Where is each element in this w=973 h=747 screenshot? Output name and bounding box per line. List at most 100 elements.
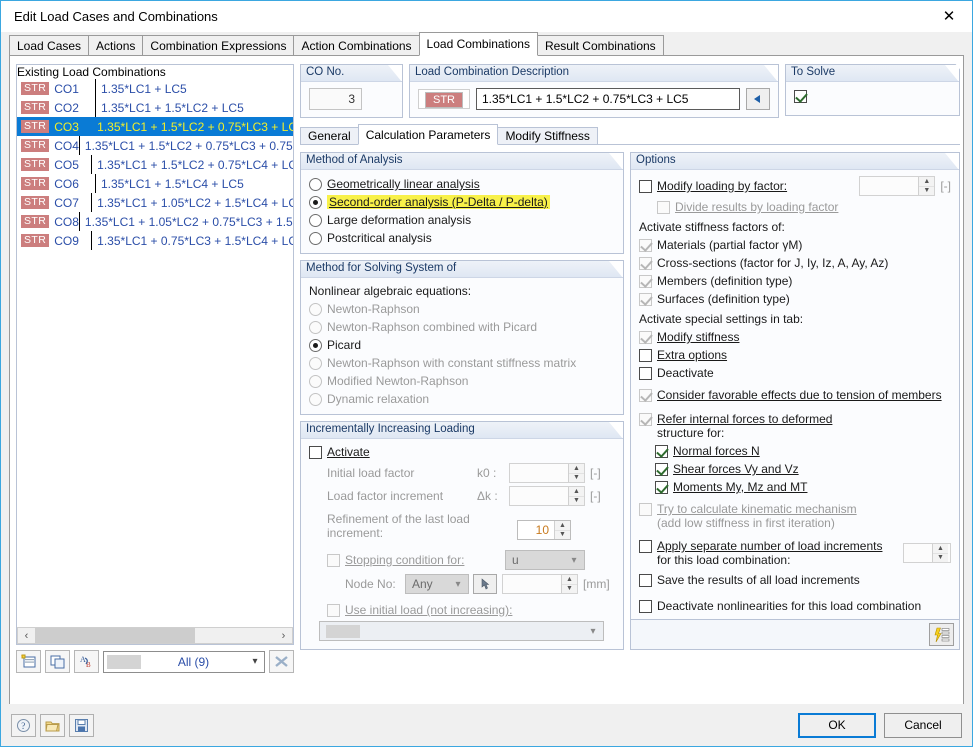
refinement-value[interactable]: 10 — [518, 521, 554, 539]
stiffness-materials-row[interactable]: Materials (partial factor γM) — [639, 238, 951, 252]
initial-load-dropdown[interactable]: ▾ — [319, 621, 604, 641]
filter-dropdown[interactable]: All (9) ▾ — [103, 650, 265, 673]
use-initial-load-checkbox[interactable] — [327, 603, 340, 617]
open-folder-icon[interactable] — [40, 713, 65, 737]
stepper-down-icon[interactable]: ▼ — [933, 554, 948, 563]
co-no-field[interactable]: 3 — [309, 88, 362, 110]
activate-incremental-row[interactable]: Activate — [309, 445, 615, 459]
load-factor-increment-value[interactable] — [510, 487, 568, 505]
initial-load-factor-stepper[interactable]: ▲ ▼ — [509, 463, 585, 483]
option-newton-raphson-constant[interactable]: Newton-Raphson with constant stiffness m… — [309, 356, 615, 370]
radio-newton-raphson[interactable] — [309, 303, 322, 316]
node-value[interactable] — [503, 575, 561, 593]
pick-node-icon[interactable] — [473, 574, 497, 594]
save-icon[interactable] — [69, 713, 94, 737]
apply-increments-value[interactable] — [904, 544, 932, 562]
help-icon[interactable]: ? — [11, 713, 36, 737]
table-row[interactable]: STR CO5 1.35*LC1 + 1.5*LC2 + 0.75*LC4 + L… — [17, 155, 293, 174]
radio-second-order[interactable] — [309, 196, 322, 209]
radio-picard[interactable] — [309, 339, 322, 352]
tab-action-combinations[interactable]: Action Combinations — [293, 35, 420, 56]
radio-geometrically-linear[interactable] — [309, 178, 322, 191]
divide-results-checkbox[interactable] — [657, 200, 670, 214]
option-geometrically-linear[interactable]: Geometrically linear analysis — [309, 177, 615, 191]
table-row[interactable]: STR CO2 1.35*LC1 + 1.5*LC2 + LC5 — [17, 98, 293, 117]
deactivate-nonlinearities-row[interactable]: Deactivate nonlinearities for this load … — [639, 599, 951, 613]
refer-shear-forces-checkbox[interactable] — [655, 463, 668, 476]
stepper-down-icon[interactable]: ▼ — [569, 474, 584, 483]
radio-dynamic-relaxation[interactable] — [309, 393, 322, 406]
kinematic-mechanism-row[interactable]: Try to calculate kinematic mechanism (ad… — [639, 502, 951, 530]
tab-load-cases[interactable]: Load Cases — [9, 35, 90, 56]
stiffness-surfaces-row[interactable]: Surfaces (definition type) — [639, 292, 951, 306]
apply-arrow-icon[interactable] — [746, 88, 770, 110]
tab-result-combinations[interactable]: Result Combinations — [536, 35, 664, 56]
refer-moments-checkbox[interactable] — [655, 481, 668, 494]
chevron-left-icon[interactable]: ‹ — [18, 630, 35, 642]
stiffness-cross-sections-checkbox[interactable] — [639, 257, 652, 270]
option-postcritical[interactable]: Postcritical analysis — [309, 231, 615, 245]
stepper-up-icon[interactable]: ▲ — [569, 464, 584, 474]
radio-newton-raphson-picard[interactable] — [309, 321, 322, 334]
stiffness-materials-checkbox[interactable] — [639, 239, 652, 252]
radio-large-deformation[interactable] — [309, 214, 322, 227]
load-combination-list[interactable]: STR CO1 1.35*LC1 + LC5 STR CO2 1.35*LC1 + … — [17, 79, 293, 627]
node-value-stepper[interactable]: ▲ ▼ — [502, 574, 578, 594]
stepper-up-icon[interactable]: ▲ — [919, 177, 935, 187]
option-large-deformation[interactable]: Large deformation analysis — [309, 213, 615, 227]
refer-moments-row[interactable]: Moments My, Mz and MT — [655, 480, 951, 494]
list-horizontal-scrollbar[interactable]: ‹ › — [17, 627, 293, 644]
stiffness-surfaces-checkbox[interactable] — [639, 293, 652, 306]
table-row[interactable]: STR CO8 1.35*LC1 + 1.05*LC2 + 0.75*LC3 + … — [17, 212, 293, 231]
scrollbar-thumb[interactable] — [35, 628, 195, 643]
modify-loading-value[interactable] — [860, 177, 918, 195]
apply-increments-row[interactable]: Apply separate number of load increments… — [639, 539, 951, 567]
tab-actions[interactable]: Actions — [88, 35, 144, 56]
initial-load-factor-value[interactable] — [510, 464, 568, 482]
option-modified-newton-raphson[interactable]: Modified Newton-Raphson — [309, 374, 615, 388]
stopping-condition-dropdown[interactable]: u ▾ — [505, 550, 585, 570]
load-factor-increment-stepper[interactable]: ▲ ▼ — [509, 486, 585, 506]
table-row-selected[interactable]: STR CO3 1.35*LC1 + 1.5*LC2 + 0.75*LC3 + L… — [17, 117, 293, 136]
special-extra-options-checkbox[interactable] — [639, 349, 652, 362]
calculation-settings-icon[interactable] — [929, 623, 954, 646]
special-extra-options-row[interactable]: Extra options — [639, 348, 951, 362]
stiffness-members-row[interactable]: Members (definition type) — [639, 274, 951, 288]
refer-internal-forces-checkbox[interactable] — [639, 413, 652, 426]
to-solve-checkbox[interactable] — [794, 90, 807, 103]
chevron-down-icon[interactable]: ▾ — [448, 579, 468, 590]
stepper-down-icon[interactable]: ▼ — [555, 531, 570, 540]
apply-increments-stepper[interactable]: ▲ ▼ — [903, 543, 951, 563]
stiffness-members-checkbox[interactable] — [639, 275, 652, 288]
radio-postcritical[interactable] — [309, 232, 322, 245]
rename-combination-icon[interactable]: AB — [74, 650, 99, 673]
table-row[interactable]: STR CO9 1.35*LC1 + 0.75*LC3 + 1.5*LC4 + L… — [17, 231, 293, 250]
special-modify-stiffness-checkbox[interactable] — [639, 331, 652, 344]
apply-increments-checkbox[interactable] — [639, 540, 652, 553]
special-modify-stiffness-row[interactable]: Modify stiffness — [639, 330, 951, 344]
chevron-down-icon[interactable]: ▾ — [246, 656, 264, 667]
stepper-down-icon[interactable]: ▼ — [562, 585, 577, 594]
refer-internal-forces-row[interactable]: Refer internal forces to deformed struct… — [639, 412, 951, 440]
table-row[interactable]: STR CO6 1.35*LC1 + 1.5*LC4 + LC5 — [17, 174, 293, 193]
scrollbar-track[interactable] — [35, 628, 275, 643]
table-row[interactable]: STR CO4 1.35*LC1 + 1.5*LC2 + 0.75*LC3 + 0… — [17, 136, 293, 155]
new-combination-icon[interactable]: * — [16, 650, 41, 673]
divide-results-row[interactable]: Divide results by loading factor — [657, 200, 951, 214]
chevron-down-icon[interactable]: ▾ — [583, 626, 603, 637]
chevron-right-icon[interactable]: › — [275, 630, 292, 642]
table-row[interactable]: STR CO1 1.35*LC1 + LC5 — [17, 79, 293, 98]
stepper-up-icon[interactable]: ▲ — [555, 521, 570, 531]
stopping-condition-checkbox[interactable] — [327, 553, 340, 567]
tab-modify-stiffness[interactable]: Modify Stiffness — [497, 127, 598, 145]
stepper-up-icon[interactable]: ▲ — [569, 487, 584, 497]
modify-loading-stepper[interactable]: ▲ ▼ — [859, 176, 936, 196]
special-deactivate-row[interactable]: Deactivate — [639, 366, 951, 380]
refinement-stepper[interactable]: 10 ▲ ▼ — [517, 520, 571, 540]
stepper-up-icon[interactable]: ▲ — [562, 575, 577, 585]
cancel-button[interactable]: Cancel — [884, 712, 962, 738]
use-initial-load-row[interactable]: Use initial load (not increasing): — [327, 603, 615, 617]
copy-combination-icon[interactable] — [45, 650, 70, 673]
option-dynamic-relaxation[interactable]: Dynamic relaxation — [309, 392, 615, 406]
save-results-checkbox[interactable] — [639, 574, 652, 587]
